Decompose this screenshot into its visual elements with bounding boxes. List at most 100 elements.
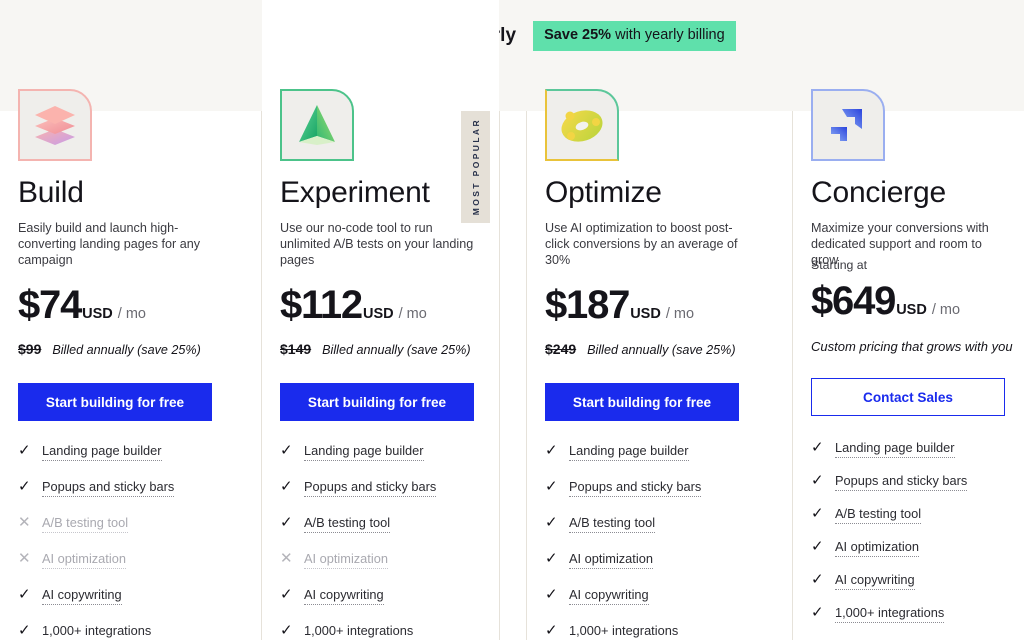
billed-row: $149 Billed annually (save 25%)	[280, 341, 471, 357]
price-amount: $112	[280, 283, 363, 327]
check-icon: ✓	[811, 472, 824, 489]
feature-list: ✓ Landing page builder ✓ Popups and sticky…	[811, 440, 1014, 638]
feature-label[interactable]: 1,000+ integrations	[42, 623, 151, 640]
feature-item: ✓ 1,000+ integrations	[18, 623, 229, 640]
check-icon: ✓	[545, 622, 558, 639]
feature-item: ✓ Landing page builder	[280, 443, 489, 461]
check-icon: ✓	[545, 514, 558, 531]
feature-label[interactable]: AI copywriting	[835, 572, 915, 590]
feature-item: ✓ Popups and sticky bars	[18, 479, 229, 497]
feature-label[interactable]: Landing page builder	[835, 440, 955, 458]
billed-note: Billed annually (save 25%)	[322, 343, 471, 357]
check-icon: ✓	[811, 439, 824, 456]
contact-sales-button[interactable]: Contact Sales	[811, 378, 1005, 416]
feature-label[interactable]: AI optimization	[835, 539, 919, 557]
feature-label[interactable]: Popups and sticky bars	[304, 479, 437, 497]
feature-item: ✓ Popups and sticky bars	[280, 479, 489, 497]
feature-item: ✓ AI optimization	[545, 551, 755, 569]
feature-item: ✓ AI copywriting	[811, 572, 1014, 590]
plan-card-experiment: MOST POPULAR Experiment Use our no-code …	[262, 0, 501, 640]
feature-item: ✓ 1,000+ integrations	[545, 623, 755, 640]
feature-item: ✓ 1,000+ integrations	[811, 605, 1014, 623]
check-icon: ✓	[280, 622, 293, 639]
start-building-button[interactable]: Start building for free	[545, 383, 739, 421]
price-row: $112 USD / mo	[280, 285, 427, 325]
plan-name: Concierge	[811, 176, 946, 209]
layers-icon	[18, 89, 92, 161]
price-row: $187 USD / mo	[545, 285, 694, 325]
price-period: / mo	[117, 306, 146, 322]
billed-note: Billed annually (save 25%)	[587, 343, 736, 357]
check-icon: ✓	[18, 622, 31, 639]
cross-icon: ✕	[18, 514, 31, 531]
check-icon: ✓	[280, 586, 293, 603]
feature-item: ✓ AI copywriting	[280, 587, 489, 605]
plan-description: Use AI optimization to boost post-click …	[545, 221, 738, 267]
billed-note: Billed annually (save 25%)	[52, 343, 201, 357]
old-price: $249	[545, 341, 577, 357]
price-amount: $187	[545, 283, 630, 327]
feature-label[interactable]: A/B testing tool	[304, 515, 391, 533]
check-icon: ✓	[545, 442, 558, 459]
feature-label[interactable]: Landing page builder	[569, 443, 689, 461]
plan-name: Experiment	[280, 176, 430, 209]
start-building-button[interactable]: Start building for free	[18, 383, 212, 421]
feature-label[interactable]: A/B testing tool	[835, 506, 922, 524]
billed-row: $99 Billed annually (save 25%)	[18, 341, 201, 357]
feature-label[interactable]: Popups and sticky bars	[569, 479, 702, 497]
feature-label[interactable]: Landing page builder	[42, 443, 162, 461]
check-icon: ✓	[280, 478, 293, 495]
feature-label[interactable]: AI copywriting	[304, 587, 384, 605]
feature-label[interactable]: 1,000+ integrations	[304, 623, 413, 640]
feature-label[interactable]: AI copywriting	[569, 587, 649, 605]
cross-icon: ✕	[18, 550, 31, 567]
cross-icon: ✕	[280, 550, 293, 567]
feature-item: ✓ 1,000+ integrations	[280, 623, 489, 640]
feature-label[interactable]: Popups and sticky bars	[42, 479, 175, 497]
price-currency: USD	[630, 306, 661, 322]
feature-item: ✓ AI copywriting	[18, 587, 229, 605]
price-currency: USD	[82, 306, 113, 322]
check-icon: ✓	[280, 514, 293, 531]
torus-icon	[545, 89, 619, 161]
feature-label[interactable]: A/B testing tool	[42, 515, 129, 533]
price-period: / mo	[665, 306, 695, 322]
feature-label[interactable]: Landing page builder	[304, 443, 424, 461]
feature-item: ✓ A/B testing tool	[280, 515, 489, 533]
feature-label[interactable]: AI optimization	[569, 551, 653, 569]
price-row: $649 USD / mo	[811, 281, 960, 321]
feature-label[interactable]: 1,000+ integrations	[569, 623, 678, 640]
plan-card-concierge: Concierge Maximize your conversions with…	[793, 0, 1024, 640]
feature-item: ✕ AI optimization	[18, 551, 229, 569]
start-building-button[interactable]: Start building for free	[280, 383, 474, 421]
feature-label[interactable]: 1,000+ integrations	[835, 605, 945, 623]
check-icon: ✓	[811, 604, 824, 621]
feature-item: ✓ Popups and sticky bars	[811, 473, 1014, 491]
plan-name: Build	[18, 176, 84, 209]
feature-list: ✓ Landing page builder ✓ Popups and sticky…	[545, 443, 755, 640]
plan-name: Optimize	[545, 176, 662, 209]
feature-label[interactable]: AI optimization	[304, 551, 388, 569]
check-icon: ✓	[18, 442, 31, 459]
feature-item: ✓ Landing page builder	[545, 443, 755, 461]
check-icon: ✓	[811, 538, 824, 555]
check-icon: ✓	[545, 550, 558, 567]
feature-label[interactable]: Popups and sticky bars	[835, 473, 968, 491]
price-currency: USD	[362, 306, 394, 322]
feature-item: ✓ Popups and sticky bars	[545, 479, 755, 497]
most-popular-badge: MOST POPULAR	[461, 111, 490, 223]
check-icon: ✓	[18, 478, 31, 495]
billed-row: $249 Billed annually (save 25%)	[545, 341, 736, 357]
plan-card-optimize: Optimize Use AI optimization to boost po…	[527, 0, 765, 640]
feature-label[interactable]: AI copywriting	[42, 587, 122, 605]
price-period: / mo	[398, 306, 427, 322]
old-price: $99	[18, 341, 42, 357]
price-currency: USD	[896, 302, 927, 318]
check-icon: ✓	[545, 586, 558, 603]
feature-label[interactable]: AI optimization	[42, 551, 126, 569]
feature-item: ✓ AI copywriting	[545, 587, 755, 605]
plan-description: Use our no-code tool to run unlimited A/…	[280, 221, 474, 267]
plan-cards: Build Easily build and launch high-conve…	[0, 0, 1024, 640]
feature-label[interactable]: A/B testing tool	[569, 515, 656, 533]
feature-list: ✓ Landing page builder ✓ Popups and sticky…	[280, 443, 489, 640]
